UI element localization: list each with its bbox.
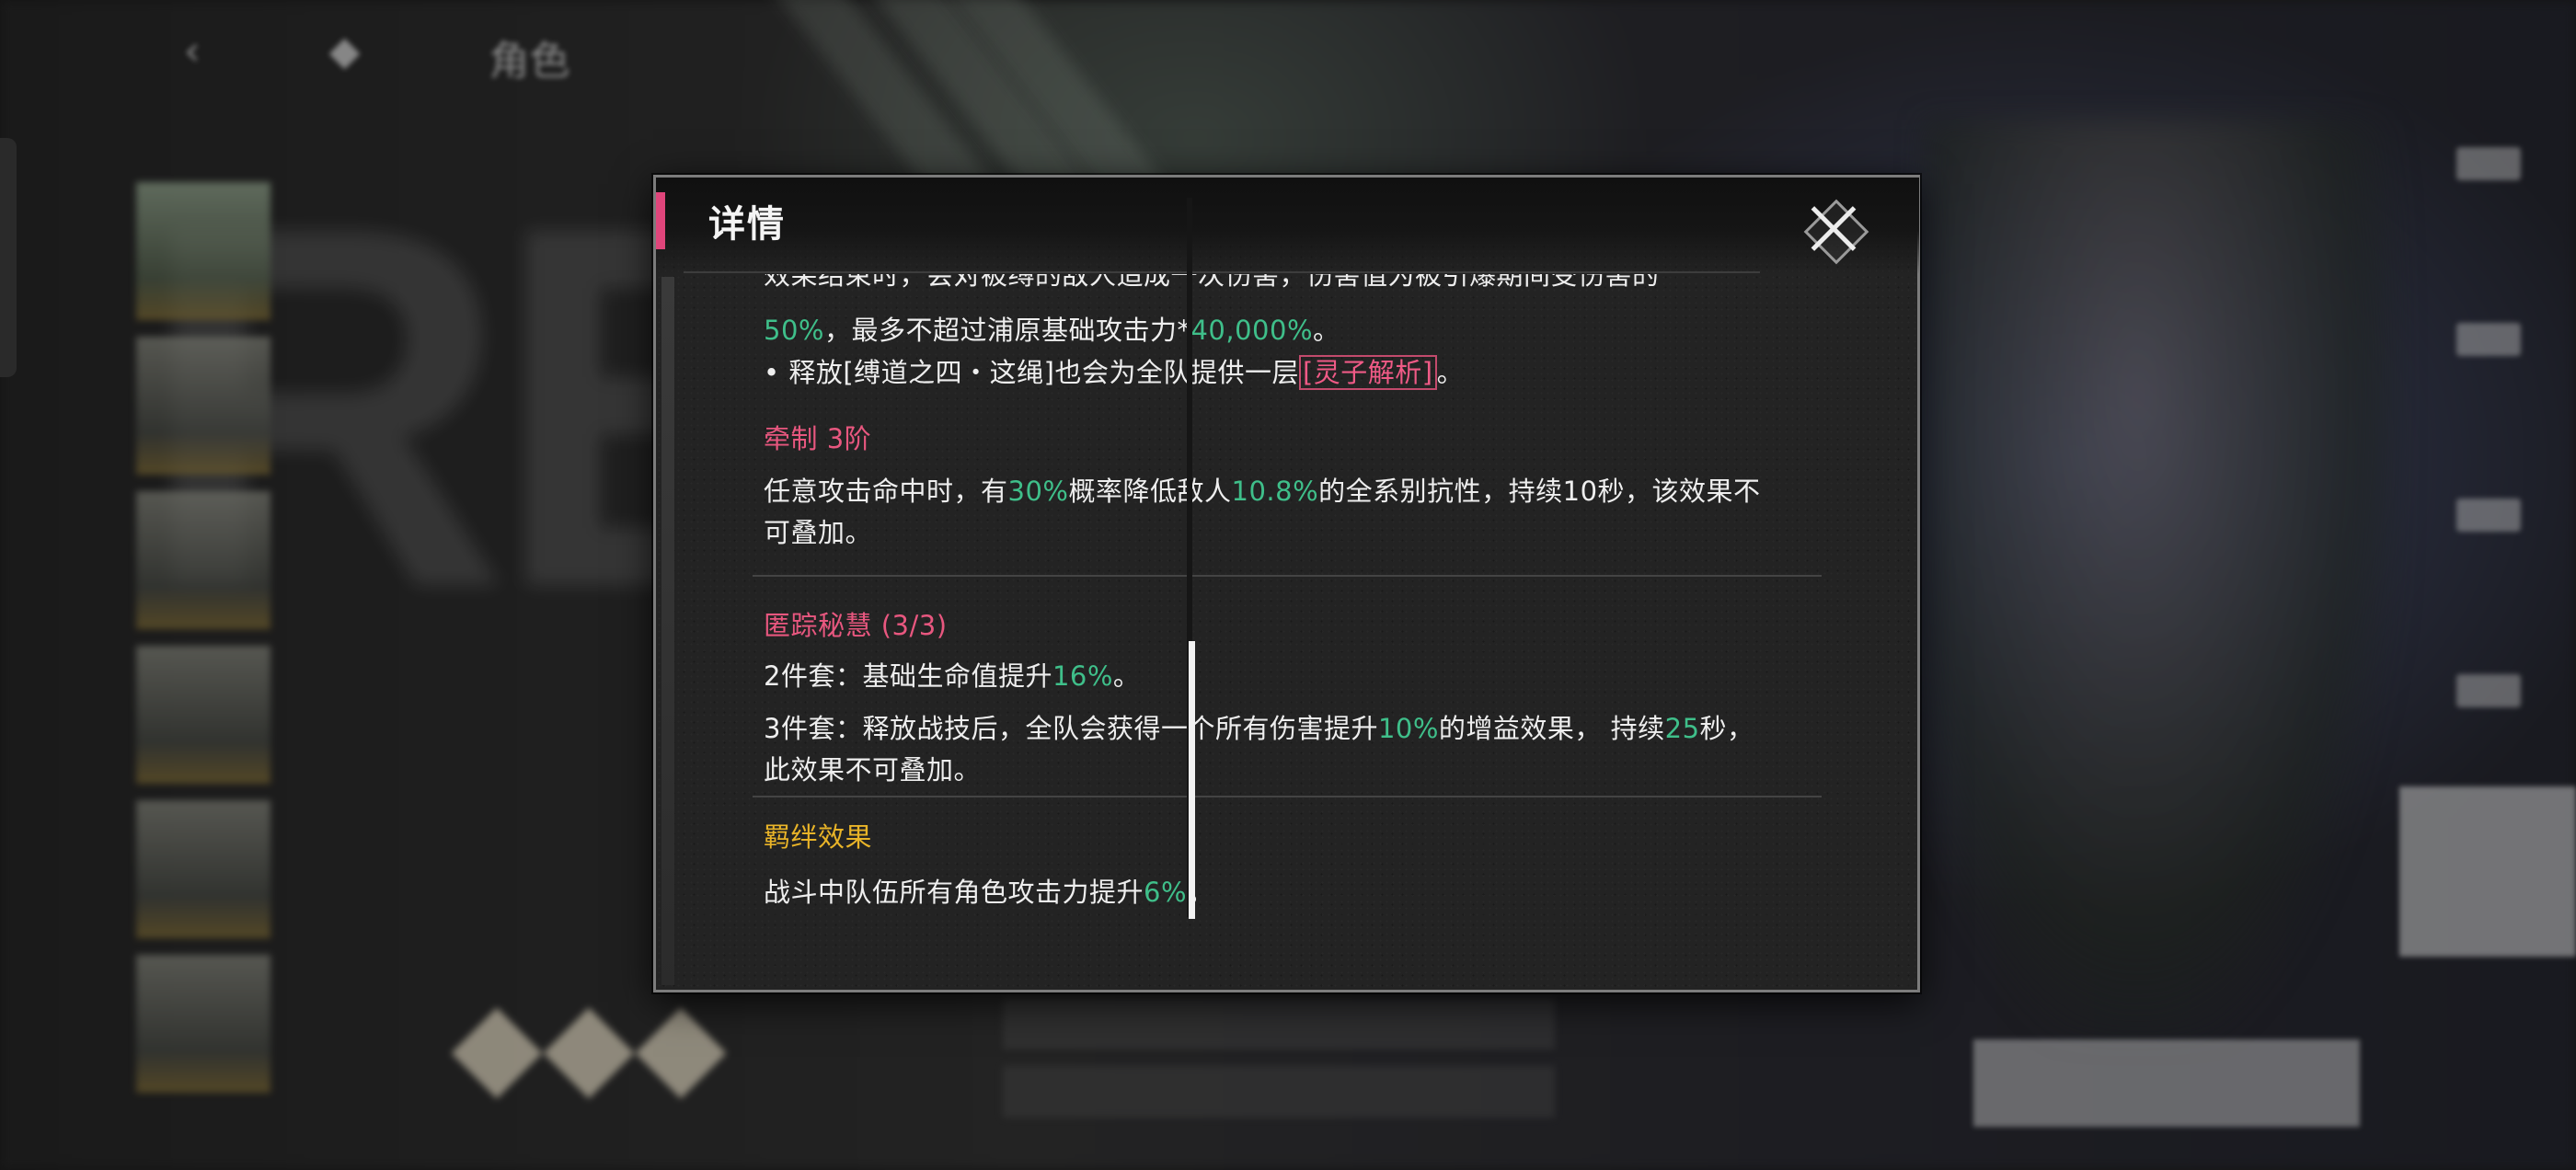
info-bar — [1003, 1066, 1555, 1118]
roster-card[interactable] — [136, 337, 270, 475]
highlight-value: 10.8% — [1231, 476, 1319, 507]
set-bonus-3pc: 3件套：释放战技后，全队会获得一个所有伤害提升10%的增益效果， 持续25秒， — [764, 713, 1754, 744]
bond-title: 羁绊效果 — [764, 821, 873, 853]
right-menu-item[interactable] — [2456, 674, 2521, 707]
spirit-analysis-link[interactable]: [灵子解析] — [1298, 355, 1437, 390]
section-divider — [753, 575, 1822, 577]
passive-bullet: • 释放[缚道之四・这绳]也会为全队提供一层 [灵子解析]。 — [764, 355, 1465, 390]
highlight-value: 25 — [1664, 713, 1700, 744]
right-panel[interactable] — [2399, 786, 2576, 957]
detail-dialog: 详情 效果结束时，会对被缚的敌人造成一次伤害，伤害值为被引爆期间受伤害的 50%… — [653, 175, 1920, 992]
highlight-value: 40,000% — [1190, 315, 1314, 346]
passive-text-line: 50%，最多不超过浦原基础攻击力*40,000%。 — [764, 315, 1340, 346]
restraint-text-line: 任意攻击命中时，有30%概率降低敌人10.8%的全系别抗性，持续10秒，该效果不 — [764, 476, 1761, 507]
set-bonus-3pc-cont: 此效果不可叠加。 — [764, 754, 982, 786]
side-handle[interactable] — [0, 138, 17, 377]
top-nav: ‹ ◆ 角色 — [184, 28, 569, 86]
equipment-slot-icon[interactable] — [635, 1007, 727, 1099]
header-divider — [684, 271, 1760, 273]
roster-card[interactable] — [136, 955, 270, 1093]
nav-title: 角色 — [489, 38, 570, 85]
equipment-slots — [451, 1007, 727, 1099]
scrollbar-thumb[interactable] — [1189, 641, 1195, 919]
right-menu-item[interactable] — [2456, 147, 2521, 180]
character-figure — [1923, 120, 2401, 1039]
character-roster — [136, 182, 270, 1109]
bottom-right-button[interactable] — [1973, 1039, 2360, 1127]
equipment-slot-icon[interactable] — [451, 1007, 543, 1099]
home-icon[interactable]: ◆ — [329, 28, 361, 86]
right-menu-item[interactable] — [2456, 499, 2521, 532]
dialog-title: 详情 — [708, 203, 786, 246]
roster-card[interactable] — [136, 800, 270, 938]
restraint-text-line: 可叠加。 — [764, 517, 873, 548]
close-button[interactable] — [1797, 192, 1870, 266]
bond-text: 战斗中队伍所有角色攻击力提升6%。 — [764, 877, 1214, 908]
highlight-value: 16% — [1052, 660, 1113, 692]
info-bar — [1003, 998, 1555, 1050]
roster-card[interactable] — [136, 182, 270, 320]
title-accent-bar — [656, 192, 665, 249]
section-divider — [753, 796, 1822, 797]
equipment-slot-icon[interactable] — [543, 1007, 635, 1099]
roster-card[interactable] — [136, 491, 270, 629]
bottom-info-bars — [1003, 998, 1555, 1134]
highlight-value: 50% — [764, 315, 824, 346]
passive-text-line: 效果结束时，会对被缚的敌人造成一次伤害，伤害值为被引爆期间受伤害的 — [764, 274, 1660, 291]
highlight-value: 6% — [1144, 877, 1188, 908]
back-icon[interactable]: ‹ — [184, 28, 201, 86]
set-bonus-2pc: 2件套：基础生命值提升16%。 — [764, 660, 1141, 692]
highlight-value: 10% — [1377, 713, 1439, 744]
detail-scroll-content[interactable]: 效果结束时，会对被缚的敌人造成一次伤害，伤害值为被引爆期间受伤害的 50%，最多… — [656, 274, 1919, 992]
restraint-title: 牵制 3阶 — [764, 423, 872, 454]
roster-card[interactable] — [136, 646, 270, 784]
right-menu-item[interactable] — [2456, 323, 2521, 356]
right-side-menu — [2456, 147, 2521, 850]
set-bonus-title: 匿踪秘慧 (3/3) — [764, 610, 948, 641]
dialog-header — [656, 178, 1919, 274]
highlight-value: 30% — [1007, 476, 1069, 507]
